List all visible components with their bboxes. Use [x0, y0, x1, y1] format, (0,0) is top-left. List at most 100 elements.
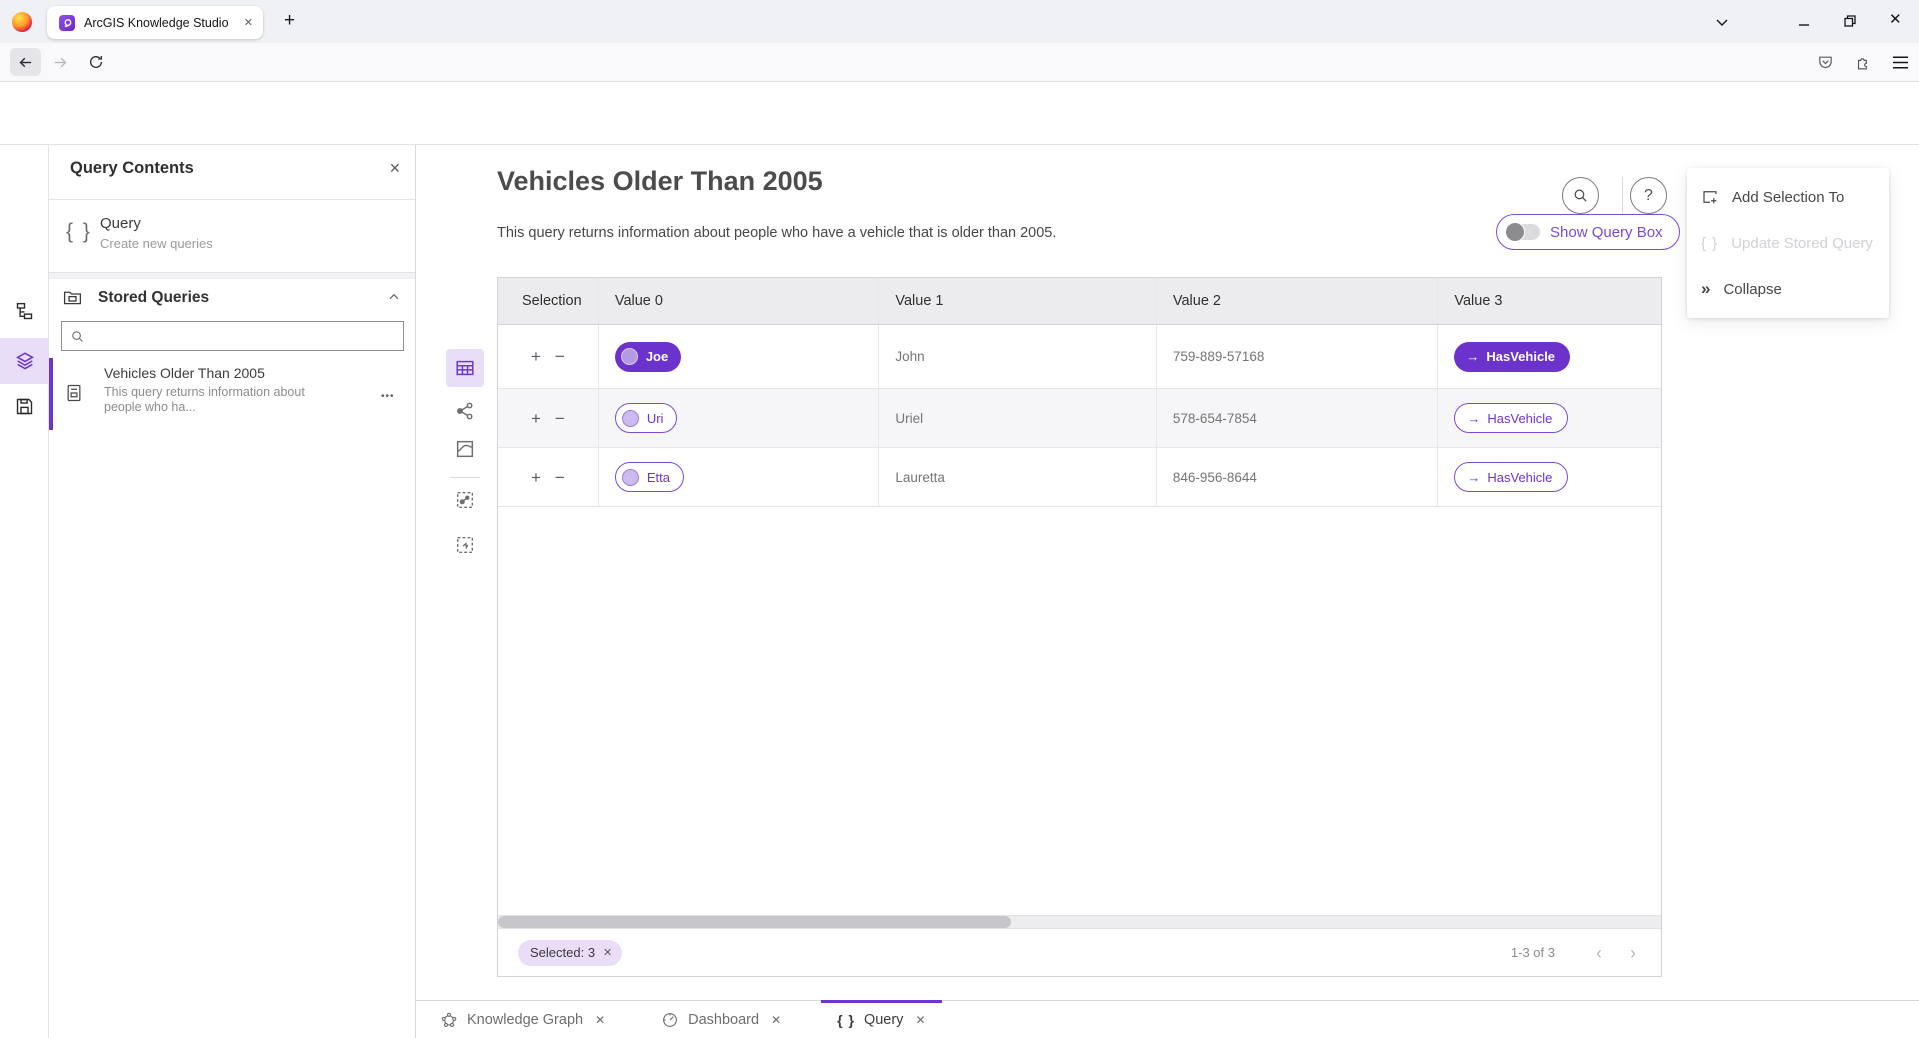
braces-icon: { } [837, 1012, 855, 1028]
select-from-graph-icon[interactable] [454, 489, 476, 511]
next-page-button[interactable]: › [1619, 944, 1647, 962]
stored-query-item[interactable]: Vehicles Older Than 2005 This query retu… [49, 358, 415, 430]
scrollbar-thumb[interactable] [498, 916, 1011, 928]
new-tab-button[interactable]: + [284, 10, 295, 32]
reload-button[interactable] [88, 54, 104, 70]
tab-query[interactable]: { } Query ✕ [821, 1001, 941, 1038]
hamburger-menu-icon[interactable] [1892, 55, 1909, 70]
remove-from-selection-button[interactable]: − [555, 469, 565, 486]
help-button[interactable]: ? [1630, 177, 1667, 214]
page-description: This query returns information about peo… [497, 225, 1056, 241]
selected-count-chip[interactable]: Selected: 3 ✕ [518, 940, 622, 966]
column-header-selection[interactable]: Selection [498, 278, 598, 324]
column-header-value2[interactable]: Value 2 [1156, 278, 1438, 324]
toggle-track[interactable] [1507, 224, 1540, 240]
tab-knowledge-graph[interactable]: Knowledge Graph ✕ [424, 1001, 621, 1038]
add-to-selection-button[interactable]: + [531, 348, 541, 365]
window-minimize-button[interactable] [1796, 14, 1812, 30]
stored-queries-folder-icon [62, 287, 83, 308]
entity-pill[interactable]: Uri [615, 403, 678, 433]
tab-favicon [59, 15, 75, 31]
panel-title-text: Query Contents [70, 159, 194, 177]
application-window: ArcGIS Knowledge Studio ✕ + ✕ [0, 0, 1919, 1038]
tab-close-icon[interactable]: ✕ [595, 1013, 605, 1027]
page-title: Vehicles Older Than 2005 [497, 166, 823, 197]
layers-icon[interactable] [14, 350, 36, 372]
selection-tool-icon[interactable] [454, 534, 476, 556]
entity-cell: Joe [598, 325, 879, 388]
map-view-icon[interactable] [454, 438, 476, 460]
table-row[interactable]: + − Etta Lauretta 846-956-8644 →HasVehic… [498, 448, 1661, 507]
table-row[interactable]: + − Uri Uriel 578-654-7854 →HasVehicle [498, 389, 1661, 448]
entity-dot-icon [622, 469, 639, 486]
column-header-value3[interactable]: Value 3 [1437, 278, 1661, 324]
entity-dot-icon [621, 348, 638, 365]
tab-label: Dashboard [688, 1012, 759, 1028]
value2-cell[interactable]: 578-654-7854 [1156, 389, 1438, 447]
back-button[interactable] [10, 48, 41, 76]
toggle-knob[interactable] [1505, 222, 1525, 242]
tab-close-icon[interactable]: ✕ [915, 1013, 925, 1027]
column-header-value1[interactable]: Value 1 [878, 278, 1156, 324]
remove-from-selection-button[interactable]: − [555, 348, 565, 365]
previous-page-button[interactable]: ‹ [1585, 944, 1613, 962]
collapse-section-chevron-icon[interactable] [387, 290, 401, 304]
menu-item-update-stored-query[interactable]: { } Update Stored Query [1687, 220, 1889, 266]
relation-pill[interactable]: →HasVehicle [1454, 462, 1568, 492]
query-item[interactable]: { } Query Create new queries [49, 200, 415, 272]
window-restore-button[interactable] [1842, 13, 1858, 29]
search-icon [70, 329, 85, 344]
show-query-box-toggle[interactable]: Show Query Box [1496, 214, 1680, 250]
relation-cell: →HasVehicle [1437, 389, 1661, 447]
link-chart-icon[interactable] [454, 400, 476, 422]
data-model-icon[interactable] [14, 301, 35, 322]
clear-selection-icon[interactable]: ✕ [603, 946, 612, 959]
table-header-row: Selection Value 0 Value 1 Value 2 Value … [498, 278, 1661, 325]
browser-tab[interactable]: ArcGIS Knowledge Studio ✕ [47, 6, 263, 39]
results-table: Selection Value 0 Value 1 Value 2 Value … [497, 277, 1662, 977]
stored-queries-header[interactable]: Stored Queries [49, 279, 415, 319]
window-close-button[interactable]: ✕ [1889, 10, 1902, 28]
tab-close-icon[interactable]: ✕ [771, 1013, 781, 1027]
save-icon[interactable] [14, 396, 35, 417]
value2-cell[interactable]: 759-889-57168 [1156, 325, 1438, 388]
entity-pill[interactable]: Joe [615, 342, 681, 372]
relation-pill[interactable]: →HasVehicle [1454, 403, 1568, 433]
remove-from-selection-button[interactable]: − [555, 410, 565, 427]
tab-dashboard[interactable]: Dashboard ✕ [645, 1001, 797, 1038]
query-item-title: Query [100, 215, 141, 232]
add-to-selection-button[interactable]: + [531, 410, 541, 427]
menu-item-add-selection-to[interactable]: Add Selection To [1687, 174, 1889, 220]
panel-close-icon[interactable]: ✕ [389, 160, 401, 177]
menu-item-label: Update Stored Query [1731, 235, 1873, 252]
forward-button[interactable] [52, 54, 69, 71]
search-button[interactable] [1562, 177, 1599, 214]
value2-cell[interactable]: 846-956-8644 [1156, 448, 1438, 506]
pocket-icon[interactable] [1817, 54, 1834, 71]
stored-queries-title: Stored Queries [98, 289, 209, 307]
value1-cell[interactable]: Uriel [878, 389, 1156, 447]
relation-label: HasVehicle [1487, 411, 1552, 426]
firefox-icon[interactable] [12, 12, 32, 32]
value1-cell[interactable]: John [878, 325, 1156, 388]
column-header-value0[interactable]: Value 0 [598, 278, 879, 324]
selection-cell: + − [498, 325, 598, 388]
extensions-puzzle-icon[interactable] [1855, 54, 1872, 71]
horizontal-scrollbar[interactable] [498, 915, 1661, 928]
menu-item-collapse[interactable]: » Collapse [1687, 266, 1889, 312]
search-input[interactable] [92, 328, 395, 345]
tab-list-chevron-icon[interactable] [1714, 14, 1730, 30]
add-to-selection-button[interactable]: + [531, 469, 541, 486]
panel-title: Query Contents [70, 159, 194, 178]
stored-queries-search[interactable] [61, 321, 404, 351]
tab-close-icon[interactable]: ✕ [244, 16, 253, 29]
item-options-ellipsis-icon[interactable]: ••• [381, 391, 395, 402]
relation-pill[interactable]: →HasVehicle [1454, 342, 1570, 372]
value1-cell[interactable]: Lauretta [878, 448, 1156, 506]
active-tab-indicator [821, 1000, 941, 1003]
entity-pill[interactable]: Etta [615, 462, 684, 492]
table-row[interactable]: + − Joe John 759-889-57168 →HasVehicle [498, 325, 1661, 389]
section-separator [49, 272, 415, 279]
table-view-icon[interactable] [454, 357, 476, 379]
table-empty-area [498, 507, 1661, 915]
